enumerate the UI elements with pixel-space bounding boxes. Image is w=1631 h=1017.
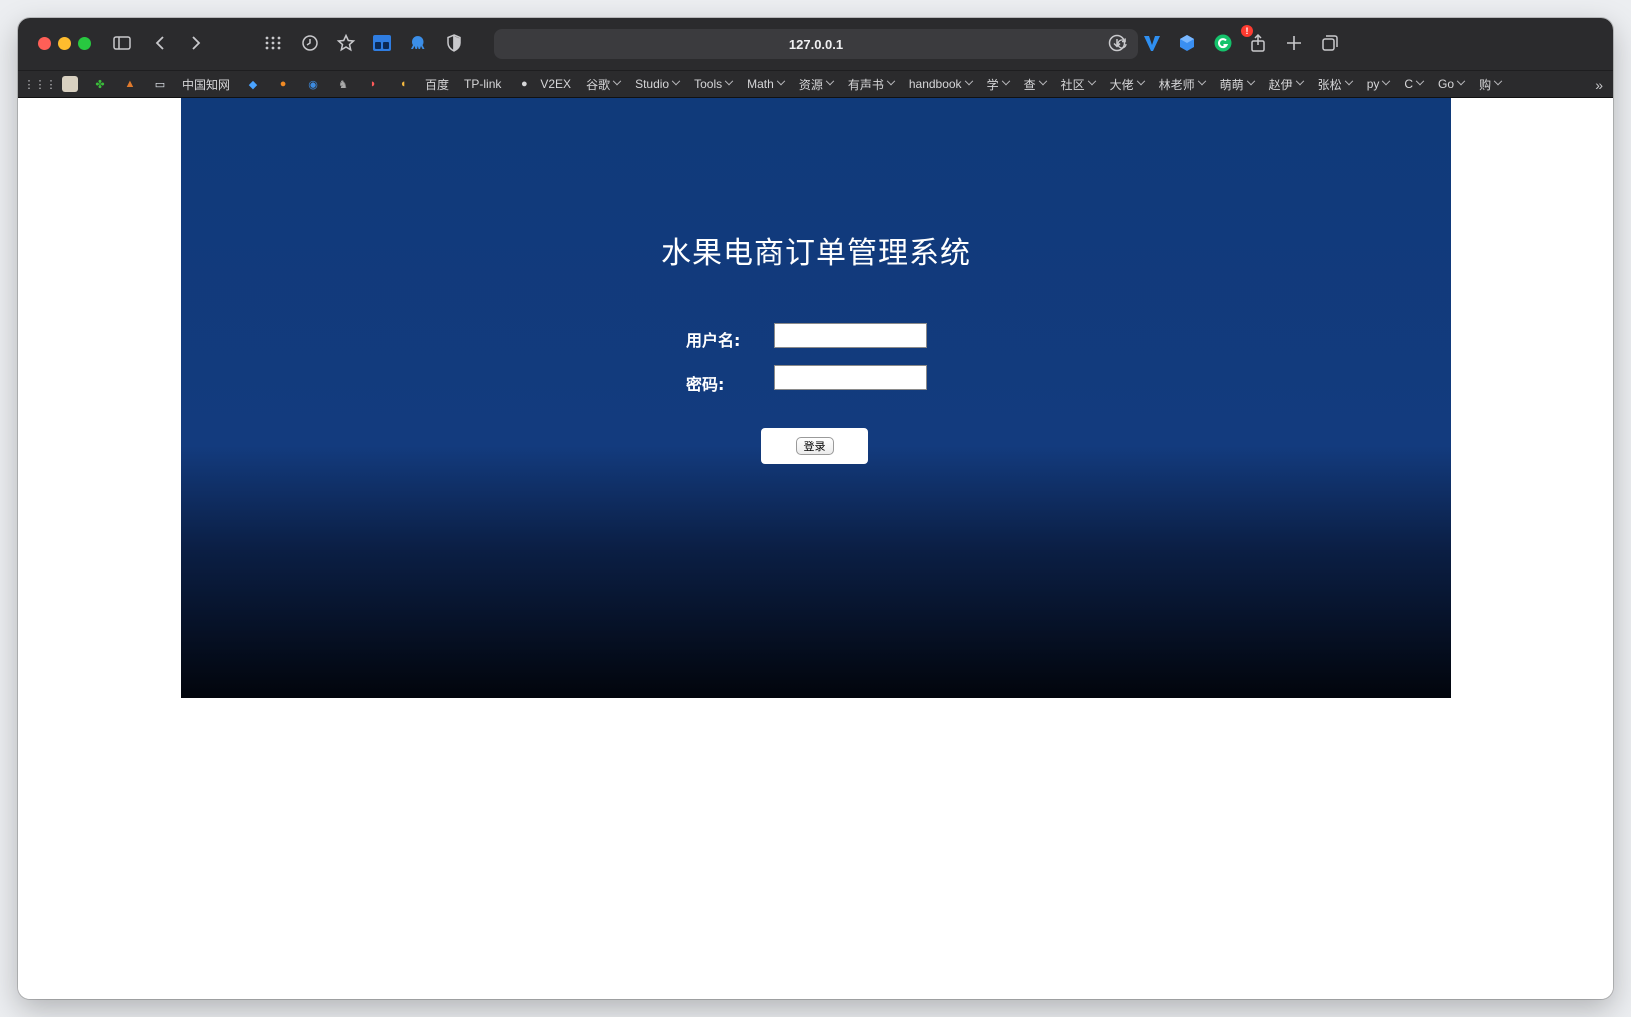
bookmark-folder[interactable]: 购 bbox=[1479, 76, 1503, 93]
page-title: 水果电商订单管理系统 bbox=[661, 236, 971, 271]
new-tab-plus-icon[interactable] bbox=[1282, 31, 1306, 55]
close-window-button[interactable] bbox=[38, 37, 51, 50]
chevron-down-icon bbox=[724, 76, 734, 86]
chevron-down-icon bbox=[1493, 76, 1503, 86]
address-url: 127.0.0.1 bbox=[788, 36, 844, 52]
bookmark-favicon-mountain-icon[interactable]: ▲ bbox=[122, 76, 138, 92]
chevron-down-icon bbox=[1038, 76, 1047, 86]
bookmark-favicon-cat-icon[interactable]: ♞ bbox=[335, 76, 351, 92]
chevron-down-icon bbox=[1295, 76, 1304, 86]
bookmark-favicon-clover-icon[interactable]: ✤ bbox=[92, 76, 108, 92]
bookmark-folder[interactable]: 有声书 bbox=[848, 76, 896, 93]
bookmarks-grid-icon[interactable]: ⋮⋮⋮ bbox=[24, 76, 57, 92]
download-icon[interactable] bbox=[1105, 31, 1129, 55]
bookmark-item[interactable]: V2EX bbox=[540, 77, 571, 91]
bookmark-favicon-globe-icon[interactable]: ◉ bbox=[305, 76, 321, 92]
v-extension-icon[interactable] bbox=[1140, 31, 1164, 55]
bookmark-star-icon[interactable] bbox=[334, 31, 358, 55]
chevron-down-icon bbox=[671, 76, 681, 86]
bookmark-folder[interactable]: 资源 bbox=[799, 76, 835, 93]
bookmark-favicon-home-icon[interactable] bbox=[62, 76, 78, 92]
bookmark-folder[interactable]: 萌萌 bbox=[1220, 76, 1255, 93]
chevron-down-icon bbox=[612, 76, 622, 86]
browser-toolbar: 127.0.0.1 ! bbox=[18, 18, 1613, 70]
login-panel: 水果电商订单管理系统 用户名: 密码: 登录 bbox=[181, 98, 1451, 698]
bookmark-folder[interactable]: py bbox=[1367, 76, 1391, 91]
bookmarks-bar: ⋮⋮⋮ ✤ ▲ ▭ 中国知网 ◆ ● ◉ ♞ ◗ ◖ 百度 TP-link ● … bbox=[18, 70, 1613, 98]
octopus-extension-icon[interactable] bbox=[406, 31, 430, 55]
password-label: 密码: bbox=[686, 375, 725, 394]
bookmark-favicon-watermelon-icon[interactable]: ◗ bbox=[365, 76, 381, 92]
reader-extension-icon[interactable] bbox=[370, 31, 394, 55]
bookmark-item[interactable]: TP-link bbox=[464, 77, 501, 91]
sidebar-toggle-icon[interactable] bbox=[110, 31, 134, 55]
bookmark-folder[interactable]: handbook bbox=[909, 76, 973, 91]
privacy-shield-icon[interactable] bbox=[442, 31, 466, 55]
address-bar[interactable]: 127.0.0.1 bbox=[494, 29, 1138, 59]
chevron-down-icon bbox=[964, 76, 973, 86]
forward-arrow-icon[interactable] bbox=[183, 31, 207, 55]
chevron-down-icon bbox=[1087, 76, 1096, 86]
minimize-window-button[interactable] bbox=[58, 37, 71, 50]
browser-window: 127.0.0.1 ! ⋮⋮⋮ ✤ ▲ ▭ 中国知网 ◆ ● ◉ ♞ ◗ ◖ 百… bbox=[18, 18, 1613, 999]
grid-apps-icon[interactable] bbox=[261, 31, 285, 55]
chevron-down-icon bbox=[1197, 76, 1206, 86]
more-bookmarks-chevron-icon[interactable]: » bbox=[1595, 77, 1603, 93]
bookmark-favicon-dolphin-icon[interactable]: ◆ bbox=[245, 76, 261, 92]
bookmark-folder[interactable]: 张松 bbox=[1318, 76, 1353, 93]
chevron-down-icon bbox=[1136, 76, 1145, 86]
username-label: 用户名: bbox=[686, 331, 741, 350]
bookmark-folder[interactable]: 社区 bbox=[1061, 76, 1096, 93]
bookmark-folder[interactable]: 谷歌 bbox=[586, 76, 622, 93]
bookmark-folder[interactable]: 赵伊 bbox=[1269, 76, 1304, 93]
bookmark-item[interactable]: 中国知网 bbox=[182, 76, 230, 93]
bookmark-favicon-book-icon[interactable]: ▭ bbox=[152, 76, 168, 92]
chevron-down-icon bbox=[1456, 76, 1466, 86]
bookmark-folder[interactable]: Math bbox=[747, 76, 786, 91]
chevron-down-icon bbox=[1415, 76, 1425, 86]
tab-overview-icon[interactable] bbox=[1318, 31, 1342, 55]
bookmark-folder[interactable]: 查 bbox=[1024, 76, 1047, 93]
bookmark-folder[interactable]: 学 bbox=[987, 76, 1010, 93]
grammarly-icon[interactable] bbox=[1211, 31, 1235, 55]
bookmark-folder[interactable]: 林老师 bbox=[1159, 76, 1206, 93]
bookmark-favicon-bread-icon[interactable]: ◖ bbox=[395, 76, 411, 92]
login-button[interactable]: 登录 bbox=[795, 437, 834, 455]
back-arrow-icon[interactable] bbox=[149, 31, 173, 55]
login-button-container: 登录 bbox=[761, 428, 868, 464]
bookmark-folder[interactable]: 大佬 bbox=[1110, 76, 1145, 93]
bookmark-folder[interactable]: Go bbox=[1438, 76, 1466, 91]
bookmark-favicon-fox-icon[interactable]: ● bbox=[275, 76, 291, 92]
cube-extension-icon[interactable] bbox=[1175, 31, 1199, 55]
bookmark-folder[interactable]: Tools bbox=[694, 76, 734, 91]
bookmark-favicon-apple-icon[interactable]: ● bbox=[516, 76, 532, 92]
chevron-down-icon bbox=[776, 76, 786, 86]
password-input[interactable] bbox=[774, 365, 927, 390]
chevron-down-icon bbox=[1382, 76, 1391, 86]
share-icon[interactable] bbox=[1246, 31, 1270, 55]
bookmark-folder[interactable]: Studio bbox=[635, 76, 681, 91]
chevron-down-icon bbox=[1344, 76, 1353, 86]
bookmark-item[interactable]: 百度 bbox=[425, 76, 449, 93]
history-clock-icon[interactable] bbox=[298, 31, 322, 55]
page-viewport: 水果电商订单管理系统 用户名: 密码: 登录 bbox=[18, 98, 1613, 999]
chevron-down-icon bbox=[886, 76, 896, 86]
bookmark-folder[interactable]: C bbox=[1404, 76, 1425, 91]
chevron-down-icon bbox=[825, 76, 835, 86]
chevron-down-icon bbox=[1246, 76, 1255, 86]
zoom-window-button[interactable] bbox=[78, 37, 91, 50]
username-input[interactable] bbox=[774, 323, 927, 348]
chevron-down-icon bbox=[1001, 76, 1010, 86]
